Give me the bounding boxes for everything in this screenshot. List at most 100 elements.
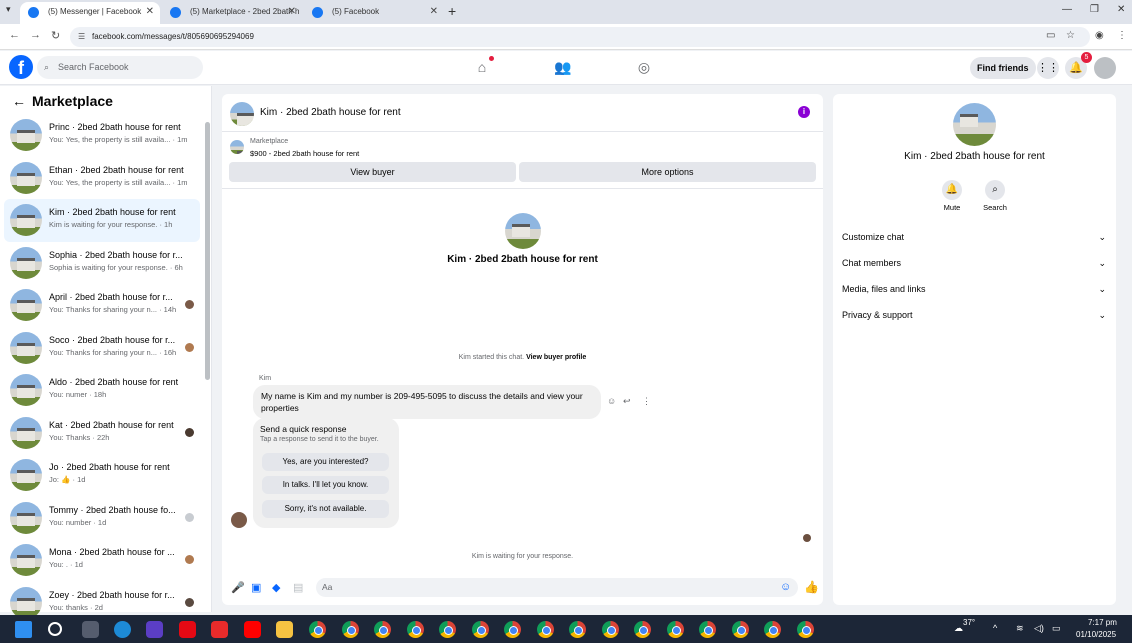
account-avatar[interactable] [1094,57,1116,79]
chrome-icon[interactable] [342,621,359,638]
notifications-bell-icon[interactable]: 🔔 5 [1065,52,1092,79]
chrome-icon[interactable] [797,621,814,638]
friends-icon[interactable]: 👥 [554,58,572,76]
chat-row[interactable]: Jo · 2bed 2bath house for rent Jo: 👍 · 1… [4,454,200,497]
reload-icon[interactable]: ↻ [51,29,60,42]
chrome-icon[interactable] [667,621,684,638]
more-actions-icon[interactable]: ⋮ [642,396,651,407]
file-explorer-icon[interactable] [276,621,293,638]
emoji-icon[interactable]: ☺ [780,581,791,593]
chat-row[interactable]: Aldo · 2bed 2bath house for rent You: nu… [4,369,200,412]
chrome-icon[interactable] [699,621,716,638]
reply-icon[interactable]: ↩ [623,396,631,407]
quick-reply-not-available-button[interactable]: Sorry, it's not available. [262,500,389,518]
new-tab-icon[interactable]: + [448,3,456,19]
minimize-icon[interactable]: — [1062,4,1072,15]
back-icon[interactable]: ← [9,29,20,41]
search-in-chat-button[interactable]: ⌕ Search [975,180,1015,212]
close-tab-icon[interactable]: ✕ [430,2,438,22]
browser-menu-icon[interactable]: ⋮ [1117,30,1127,41]
conversation-avatar[interactable] [230,102,254,126]
close-window-icon[interactable]: ✕ [1117,4,1125,15]
chrome-icon[interactable] [374,621,391,638]
clock-time[interactable]: 7:17 pm [1088,618,1117,627]
chrome-icon[interactable] [407,621,424,638]
show-hidden-icons-icon[interactable]: ^ [993,623,997,633]
chat-list-scrollbar[interactable] [205,122,210,380]
back-arrow-icon[interactable]: ← [12,93,26,109]
url-field[interactable]: ☰ facebook.com/messages/t/80569069529406… [70,27,1090,47]
tab-messenger[interactable]: (5) Messenger | Facebook ✕ [20,2,160,24]
youtube-icon[interactable] [244,621,261,638]
tab-search-icon[interactable]: ▾ [6,4,11,15]
tab-marketplace[interactable]: (5) Marketplace - 2bed 2bath h ✕ [162,2,302,24]
facebook-logo-icon[interactable]: f [9,55,33,79]
windows-start-icon[interactable] [15,621,32,638]
attach-photo-icon[interactable]: ▣ [251,581,261,594]
home-icon[interactable]: ⌂ [473,56,494,76]
bookmark-star-icon[interactable]: ☆ [1066,30,1075,41]
mute-button[interactable]: 🔔 Mute [932,180,972,212]
search-icon[interactable] [48,622,62,636]
edge-icon[interactable] [114,621,131,638]
chat-row[interactable]: Mona · 2bed 2bath house for ... You: . ·… [4,539,200,582]
site-info-icon[interactable]: ☰ [78,27,85,47]
more-options-button[interactable]: More options [519,162,816,182]
chrome-icon[interactable] [732,621,749,638]
thumbs-up-icon[interactable]: 👍 [804,580,819,594]
wps-office-icon[interactable] [211,621,228,638]
chrome-icon[interactable] [504,621,521,638]
copilot-icon[interactable] [146,621,163,638]
gif-icon[interactable]: ▤ [293,581,303,594]
listing-thumbnail[interactable] [230,140,244,154]
maximize-icon[interactable]: ❐ [1090,4,1099,15]
chrome-icon[interactable] [472,621,489,638]
chat-row[interactable]: Tommy · 2bed 2bath house fo... You: numb… [4,497,200,540]
customize-chat-section[interactable]: Customize chat ⌄ [842,229,1110,245]
search-input[interactable]: ⌕ Search Facebook [37,56,203,79]
battery-icon[interactable]: ▭ [1052,623,1061,634]
listing-title[interactable]: $900 - 2bed 2bath house for rent [250,149,359,158]
close-tab-icon[interactable]: ✕ [146,2,154,22]
task-view-icon[interactable] [82,621,99,638]
chat-row[interactable]: Princ · 2bed 2bath house for rent You: Y… [4,114,200,157]
conversation-profile-photo[interactable] [505,213,541,249]
chrome-icon[interactable] [309,621,326,638]
chat-row[interactable]: April · 2bed 2bath house for r... You: T… [4,284,200,327]
view-buyer-button[interactable]: View buyer [229,162,516,182]
chat-row-selected[interactable]: Kim · 2bed 2bath house for rent Kim is w… [4,199,200,242]
netflix-icon[interactable] [179,621,196,638]
find-friends-button[interactable]: Find friends [970,57,1036,79]
quick-reply-yes-button[interactable]: Yes, are you interested? [262,453,389,471]
chrome-icon[interactable] [569,621,586,638]
media-files-links-section[interactable]: Media, files and links ⌄ [842,281,1110,297]
install-app-icon[interactable]: ▭ [1046,30,1055,41]
chrome-icon[interactable] [764,621,781,638]
close-tab-icon[interactable]: ✕ [288,2,296,22]
menu-grid-icon[interactable]: ⋮⋮ [1037,57,1059,79]
sticker-icon[interactable]: ◆ [272,581,280,594]
info-icon[interactable]: i [798,106,810,118]
chat-members-section[interactable]: Chat members ⌄ [842,255,1110,271]
chat-row[interactable]: Kat · 2bed 2bath house for rent You: Tha… [4,412,200,455]
view-buyer-profile-link[interactable]: View buyer profile [526,354,586,361]
profile-icon[interactable]: ◉ [1095,30,1104,41]
chat-row[interactable]: Sophia · 2bed 2bath house for r... Sophi… [4,242,200,285]
details-avatar[interactable] [953,103,996,146]
message-bubble[interactable]: My name is Kim and my number is 209-495-… [253,385,601,419]
privacy-support-section[interactable]: Privacy & support ⌄ [842,307,1110,323]
quick-reply-in-talks-button[interactable]: In talks. I'll let you know. [262,476,389,494]
chrome-icon[interactable] [634,621,651,638]
forward-icon[interactable]: → [30,29,41,41]
weather-icon[interactable]: ☁ [954,623,963,634]
react-emoji-icon[interactable]: ☺ [607,396,616,406]
clock-date[interactable]: 01/10/2025 [1076,630,1116,639]
message-input[interactable]: Aa [316,578,798,597]
conversation-title[interactable]: Kim · 2bed 2bath house for rent [260,107,401,118]
groups-icon[interactable]: ◎ [635,58,653,76]
chrome-icon[interactable] [537,621,554,638]
chat-row[interactable]: Soco · 2bed 2bath house for r... You: Th… [4,327,200,370]
chat-row[interactable]: Ethan · 2bed 2bath house for rent You: Y… [4,157,200,200]
chrome-icon[interactable] [602,621,619,638]
voice-clip-icon[interactable]: 🎤 [231,581,245,594]
